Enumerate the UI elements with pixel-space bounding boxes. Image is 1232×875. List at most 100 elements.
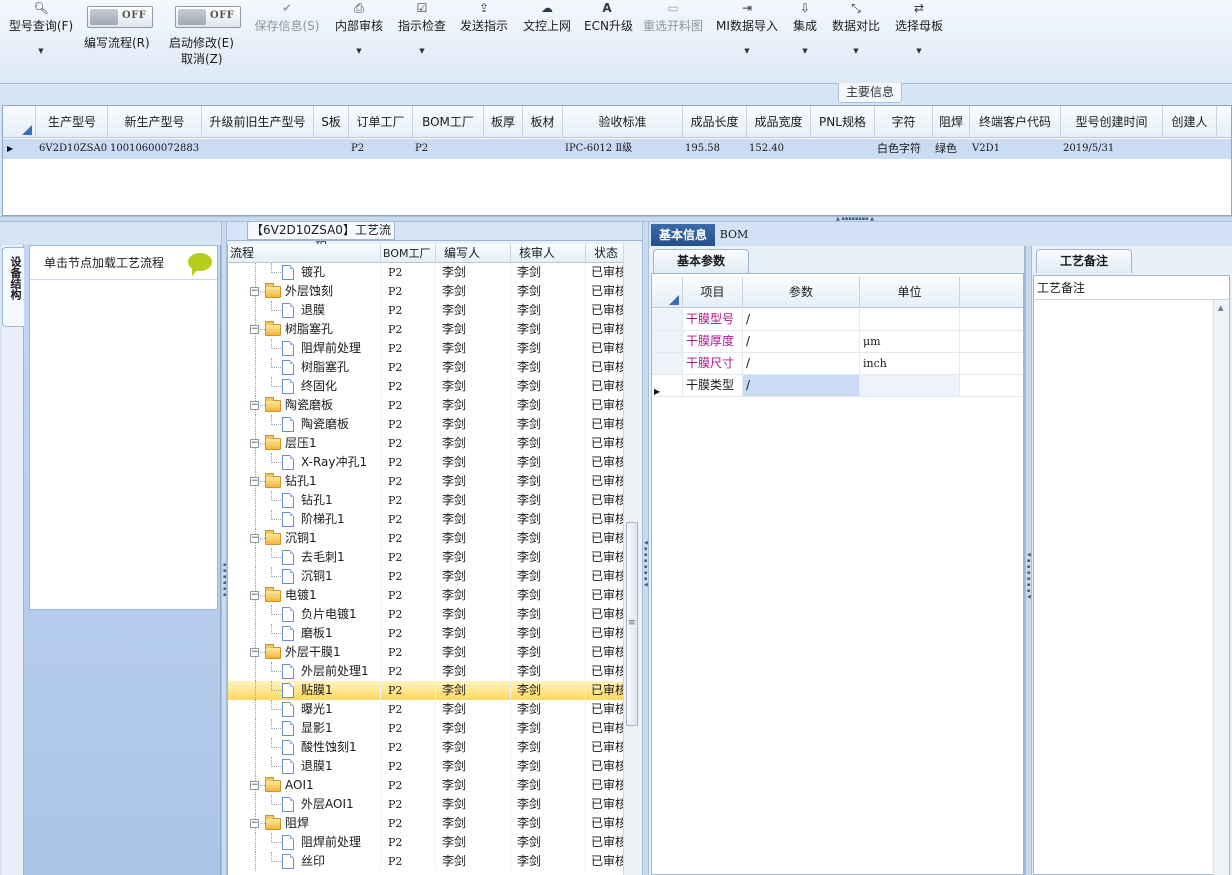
factory-cell[interactable]: P2 bbox=[381, 396, 436, 415]
factory-cell[interactable]: P2 bbox=[381, 757, 436, 776]
flow-cell[interactable]: 退膜 bbox=[228, 301, 381, 320]
table-row[interactable]: 终固化P2李剑李剑已审核 bbox=[228, 377, 623, 396]
start-modify-toggle[interactable]: OFF bbox=[175, 6, 241, 28]
table-row[interactable]: 去毛刺1P2李剑李剑已审核 bbox=[228, 548, 623, 567]
factory-cell[interactable]: P2 bbox=[381, 662, 436, 681]
flow-cell[interactable]: 曝光1 bbox=[228, 700, 381, 719]
flow-cell[interactable]: 丝印 bbox=[228, 852, 381, 871]
tree-node[interactable]: 镀孔 bbox=[228, 263, 380, 282]
reviewer-cell[interactable]: 李剑 bbox=[511, 605, 586, 624]
status-cell[interactable]: 已审核 bbox=[586, 472, 623, 491]
status-cell[interactable]: 已审核 bbox=[586, 776, 623, 795]
table-row[interactable]: 退膜1P2李剑李剑已审核 bbox=[228, 757, 623, 776]
flow-cell[interactable]: 磨板1 bbox=[228, 624, 381, 643]
reviewer-cell[interactable]: 李剑 bbox=[511, 434, 586, 453]
writer-cell[interactable]: 李剑 bbox=[436, 358, 511, 377]
writer-cell[interactable]: 李剑 bbox=[436, 263, 511, 282]
tab-basic-info[interactable]: 基本信息 bbox=[651, 224, 715, 246]
reviewer-cell[interactable]: 李剑 bbox=[511, 358, 586, 377]
col-item[interactable]: 项目 bbox=[683, 277, 743, 308]
factory-cell[interactable]: P2 bbox=[381, 415, 436, 434]
tree-node[interactable]: 退膜 bbox=[228, 301, 380, 320]
flow-cell[interactable]: 阻焊前处理 bbox=[228, 339, 381, 358]
col-thickness[interactable]: 板厚 bbox=[484, 106, 523, 138]
param-unit[interactable] bbox=[860, 309, 960, 330]
flow-cell[interactable]: 贴膜1 bbox=[228, 681, 381, 700]
cancel-button[interactable]: 取消(Z) bbox=[181, 50, 223, 67]
table-row[interactable]: 阶梯孔1P2李剑李剑已审核 bbox=[228, 510, 623, 529]
table-row[interactable]: −钻孔1P2李剑李剑已审核 bbox=[228, 472, 623, 491]
reviewer-cell[interactable]: 李剑 bbox=[511, 643, 586, 662]
reviewer-cell[interactable]: 李剑 bbox=[511, 719, 586, 738]
writer-cell[interactable]: 李剑 bbox=[436, 339, 511, 358]
flow-cell[interactable]: − 外层干膜1 bbox=[228, 643, 381, 662]
flow-cell[interactable]: − 沉铜1 bbox=[228, 529, 381, 548]
col-prod-model[interactable]: 生产型号 bbox=[37, 106, 108, 138]
cell-bom-factory[interactable]: P2 bbox=[413, 139, 484, 159]
reviewer-cell[interactable]: 李剑 bbox=[511, 320, 586, 339]
cell-length[interactable]: 195.58 bbox=[683, 139, 747, 159]
row-selector[interactable] bbox=[652, 353, 683, 374]
writer-cell[interactable]: 李剑 bbox=[436, 434, 511, 453]
status-cell[interactable]: 已审核 bbox=[586, 529, 623, 548]
param-value[interactable]: / bbox=[743, 331, 860, 352]
collapse-icon[interactable]: − bbox=[250, 401, 259, 410]
table-row[interactable]: 曝光1P2李剑李剑已审核 bbox=[228, 700, 623, 719]
param-row[interactable]: 干膜尺寸 / inch bbox=[652, 353, 1023, 375]
flow-cell[interactable]: X-Ray冲孔1 bbox=[228, 453, 381, 472]
col-bom-factory[interactable]: BOM工厂 bbox=[381, 244, 436, 263]
writer-cell[interactable]: 李剑 bbox=[436, 643, 511, 662]
col-param[interactable]: 参数 bbox=[743, 277, 860, 308]
collapse-icon[interactable]: − bbox=[250, 534, 259, 543]
col-standard[interactable]: 验收标准 bbox=[563, 106, 683, 138]
writer-cell[interactable]: 李剑 bbox=[436, 301, 511, 320]
table-row[interactable]: 丝印P2李剑李剑已审核 bbox=[228, 852, 623, 871]
tree-node[interactable]: − 沉铜1 bbox=[228, 529, 380, 548]
flow-cell[interactable]: 退膜1 bbox=[228, 757, 381, 776]
col-length[interactable]: 成品长度 bbox=[683, 106, 747, 138]
param-name[interactable]: 干膜型号 bbox=[683, 309, 743, 330]
cell-prod-model[interactable]: 6V2D10ZSA0 bbox=[37, 139, 108, 159]
cell-old-model[interactable] bbox=[202, 139, 314, 159]
factory-cell[interactable]: P2 bbox=[381, 434, 436, 453]
speech-bubble-icon[interactable] bbox=[188, 253, 212, 276]
tree-node[interactable]: 曝光1 bbox=[228, 700, 380, 719]
status-cell[interactable]: 已审核 bbox=[586, 586, 623, 605]
col-customer[interactable]: 终端客户代码 bbox=[970, 106, 1061, 138]
param-name[interactable]: 干膜厚度 bbox=[683, 331, 743, 352]
factory-cell[interactable]: P2 bbox=[381, 776, 436, 795]
status-cell[interactable]: 已审核 bbox=[586, 301, 623, 320]
tree-node[interactable]: 阶梯孔1 bbox=[228, 510, 380, 529]
remark-scrollbar[interactable]: ▲ bbox=[1213, 300, 1229, 875]
tree-node[interactable]: − 树脂塞孔 bbox=[228, 320, 380, 339]
col-writer[interactable]: 编写人 bbox=[436, 244, 511, 263]
writer-cell[interactable]: 李剑 bbox=[436, 662, 511, 681]
writer-cell[interactable]: 李剑 bbox=[436, 529, 511, 548]
tree-node[interactable]: − 层压1 bbox=[228, 434, 380, 453]
table-row[interactable]: 树脂塞孔P2李剑李剑已审核 bbox=[228, 358, 623, 377]
tree-node[interactable]: − 外层干膜1 bbox=[228, 643, 380, 662]
cell-order-factory[interactable]: P2 bbox=[349, 139, 413, 159]
select-master-button[interactable]: ⇄ 选择母板 ▼ bbox=[894, 0, 944, 70]
cell-standard[interactable]: IPC-6012 Ⅱ级 bbox=[563, 139, 683, 159]
factory-cell[interactable]: P2 bbox=[381, 719, 436, 738]
table-row[interactable]: −电镀1P2李剑李剑已审核 bbox=[228, 586, 623, 605]
param-value[interactable]: / bbox=[743, 309, 860, 330]
col-order-factory[interactable]: 订单工厂 bbox=[349, 106, 413, 138]
writer-cell[interactable]: 李剑 bbox=[436, 586, 511, 605]
factory-cell[interactable]: P2 bbox=[381, 472, 436, 491]
table-row[interactable]: −沉铜1P2李剑李剑已审核 bbox=[228, 529, 623, 548]
table-row[interactable]: −外层干膜1P2李剑李剑已审核 bbox=[228, 643, 623, 662]
status-cell[interactable]: 已审核 bbox=[586, 510, 623, 529]
reviewer-cell[interactable]: 李剑 bbox=[511, 681, 586, 700]
table-row[interactable]: −树脂塞孔P2李剑李剑已审核 bbox=[228, 320, 623, 339]
factory-cell[interactable]: P2 bbox=[381, 567, 436, 586]
flow-cell[interactable]: 负片电镀1 bbox=[228, 605, 381, 624]
status-cell[interactable]: 已审核 bbox=[586, 681, 623, 700]
writer-cell[interactable]: 李剑 bbox=[436, 776, 511, 795]
row-selector[interactable] bbox=[652, 331, 683, 352]
table-row[interactable]: 贴膜1P2李剑李剑已审核 bbox=[228, 681, 623, 700]
flow-cell[interactable]: 镀孔 bbox=[228, 263, 381, 282]
table-row[interactable]: −陶瓷磨板P2李剑李剑已审核 bbox=[228, 396, 623, 415]
factory-cell[interactable]: P2 bbox=[381, 358, 436, 377]
